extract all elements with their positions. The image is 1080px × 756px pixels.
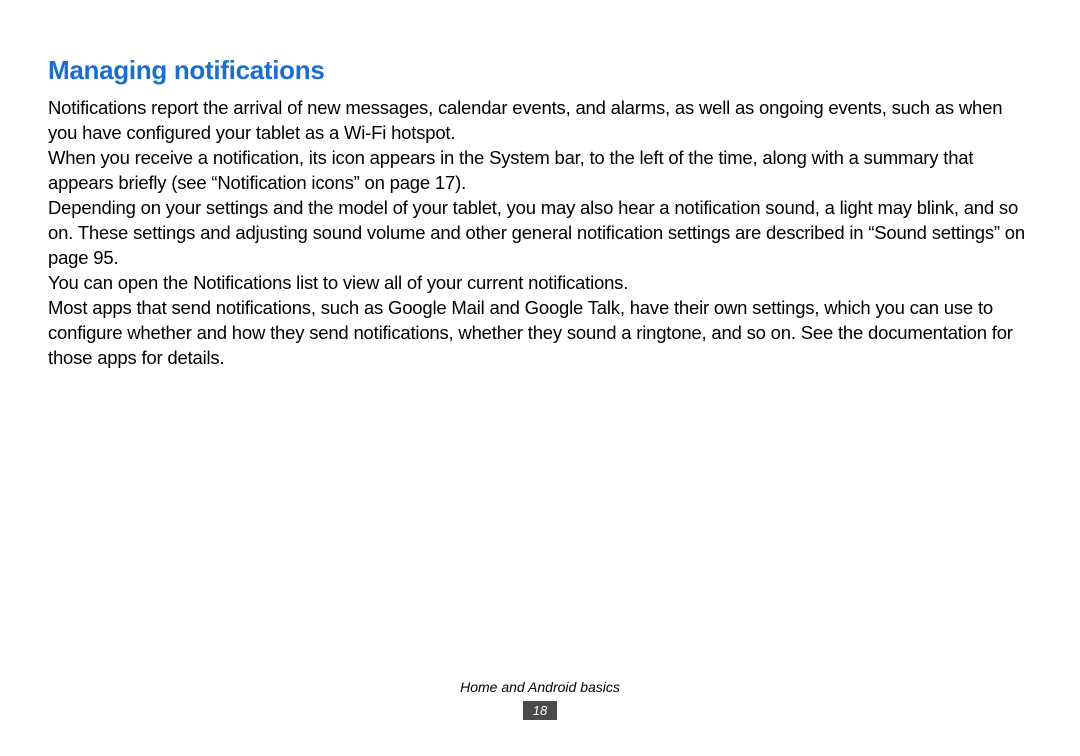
paragraph: Notifications report the arrival of new … <box>48 96 1032 146</box>
paragraph: You can open the Notifications list to v… <box>48 271 1032 296</box>
page-number: 18 <box>523 701 557 720</box>
page-footer: Home and Android basics 18 <box>0 679 1080 720</box>
paragraph: Depending on your settings and the model… <box>48 196 1032 271</box>
paragraph: When you receive a notification, its ico… <box>48 146 1032 196</box>
paragraph: Most apps that send notifications, such … <box>48 296 1032 371</box>
body-content: Notifications report the arrival of new … <box>48 96 1032 371</box>
footer-section-title: Home and Android basics <box>0 679 1080 695</box>
section-heading: Managing notifications <box>48 55 1032 86</box>
